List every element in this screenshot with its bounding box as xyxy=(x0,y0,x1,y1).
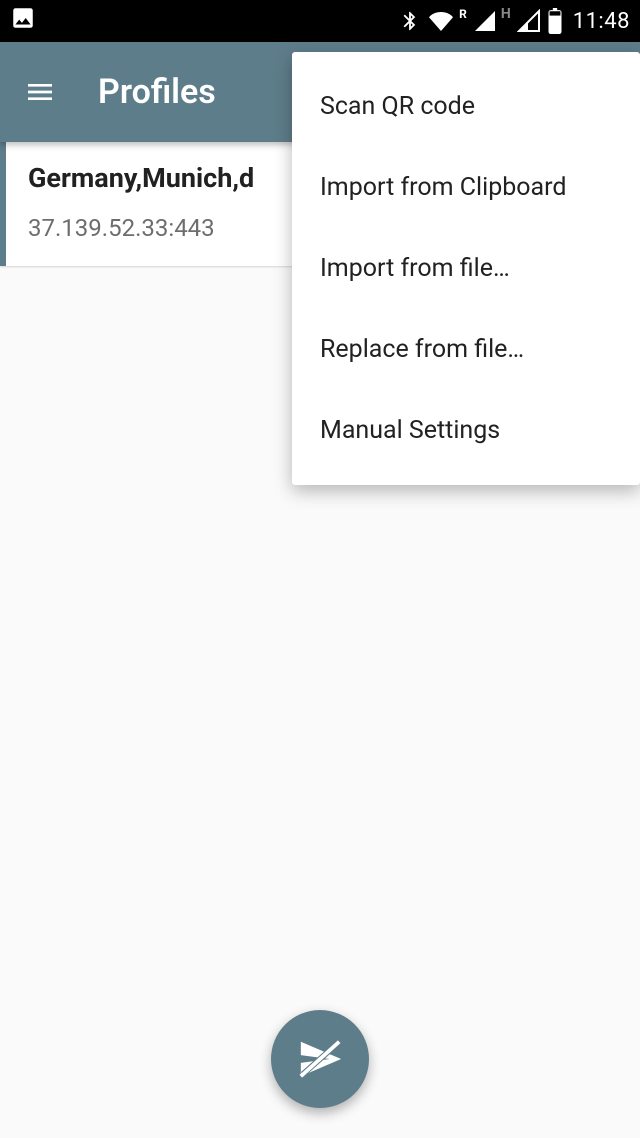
status-time: 11:48 xyxy=(573,9,630,34)
hamburger-icon xyxy=(24,76,56,108)
status-bar: R H 11:48 xyxy=(0,0,640,42)
signal-icon-1 xyxy=(473,9,497,33)
hamburger-menu-button[interactable] xyxy=(20,72,60,112)
connect-fab[interactable] xyxy=(271,1010,369,1108)
send-off-icon xyxy=(297,1036,343,1082)
page-title: Profiles xyxy=(98,72,216,112)
roaming-badge: R xyxy=(459,7,467,21)
menu-item-import-file[interactable]: Import from file… xyxy=(292,228,640,309)
picture-icon xyxy=(10,5,36,37)
overflow-menu: Scan QR code Import from Clipboard Impor… xyxy=(292,52,640,485)
menu-item-manual-settings[interactable]: Manual Settings xyxy=(292,390,640,471)
battery-icon xyxy=(547,8,563,34)
menu-item-import-clipboard[interactable]: Import from Clipboard xyxy=(292,147,640,228)
menu-item-scan-qr[interactable]: Scan QR code xyxy=(292,66,640,147)
wifi-icon xyxy=(427,9,455,33)
bluetooth-icon xyxy=(399,9,421,33)
signal-icon-2 xyxy=(517,9,541,33)
h-badge: H xyxy=(501,6,511,22)
menu-item-replace-file[interactable]: Replace from file… xyxy=(292,309,640,390)
